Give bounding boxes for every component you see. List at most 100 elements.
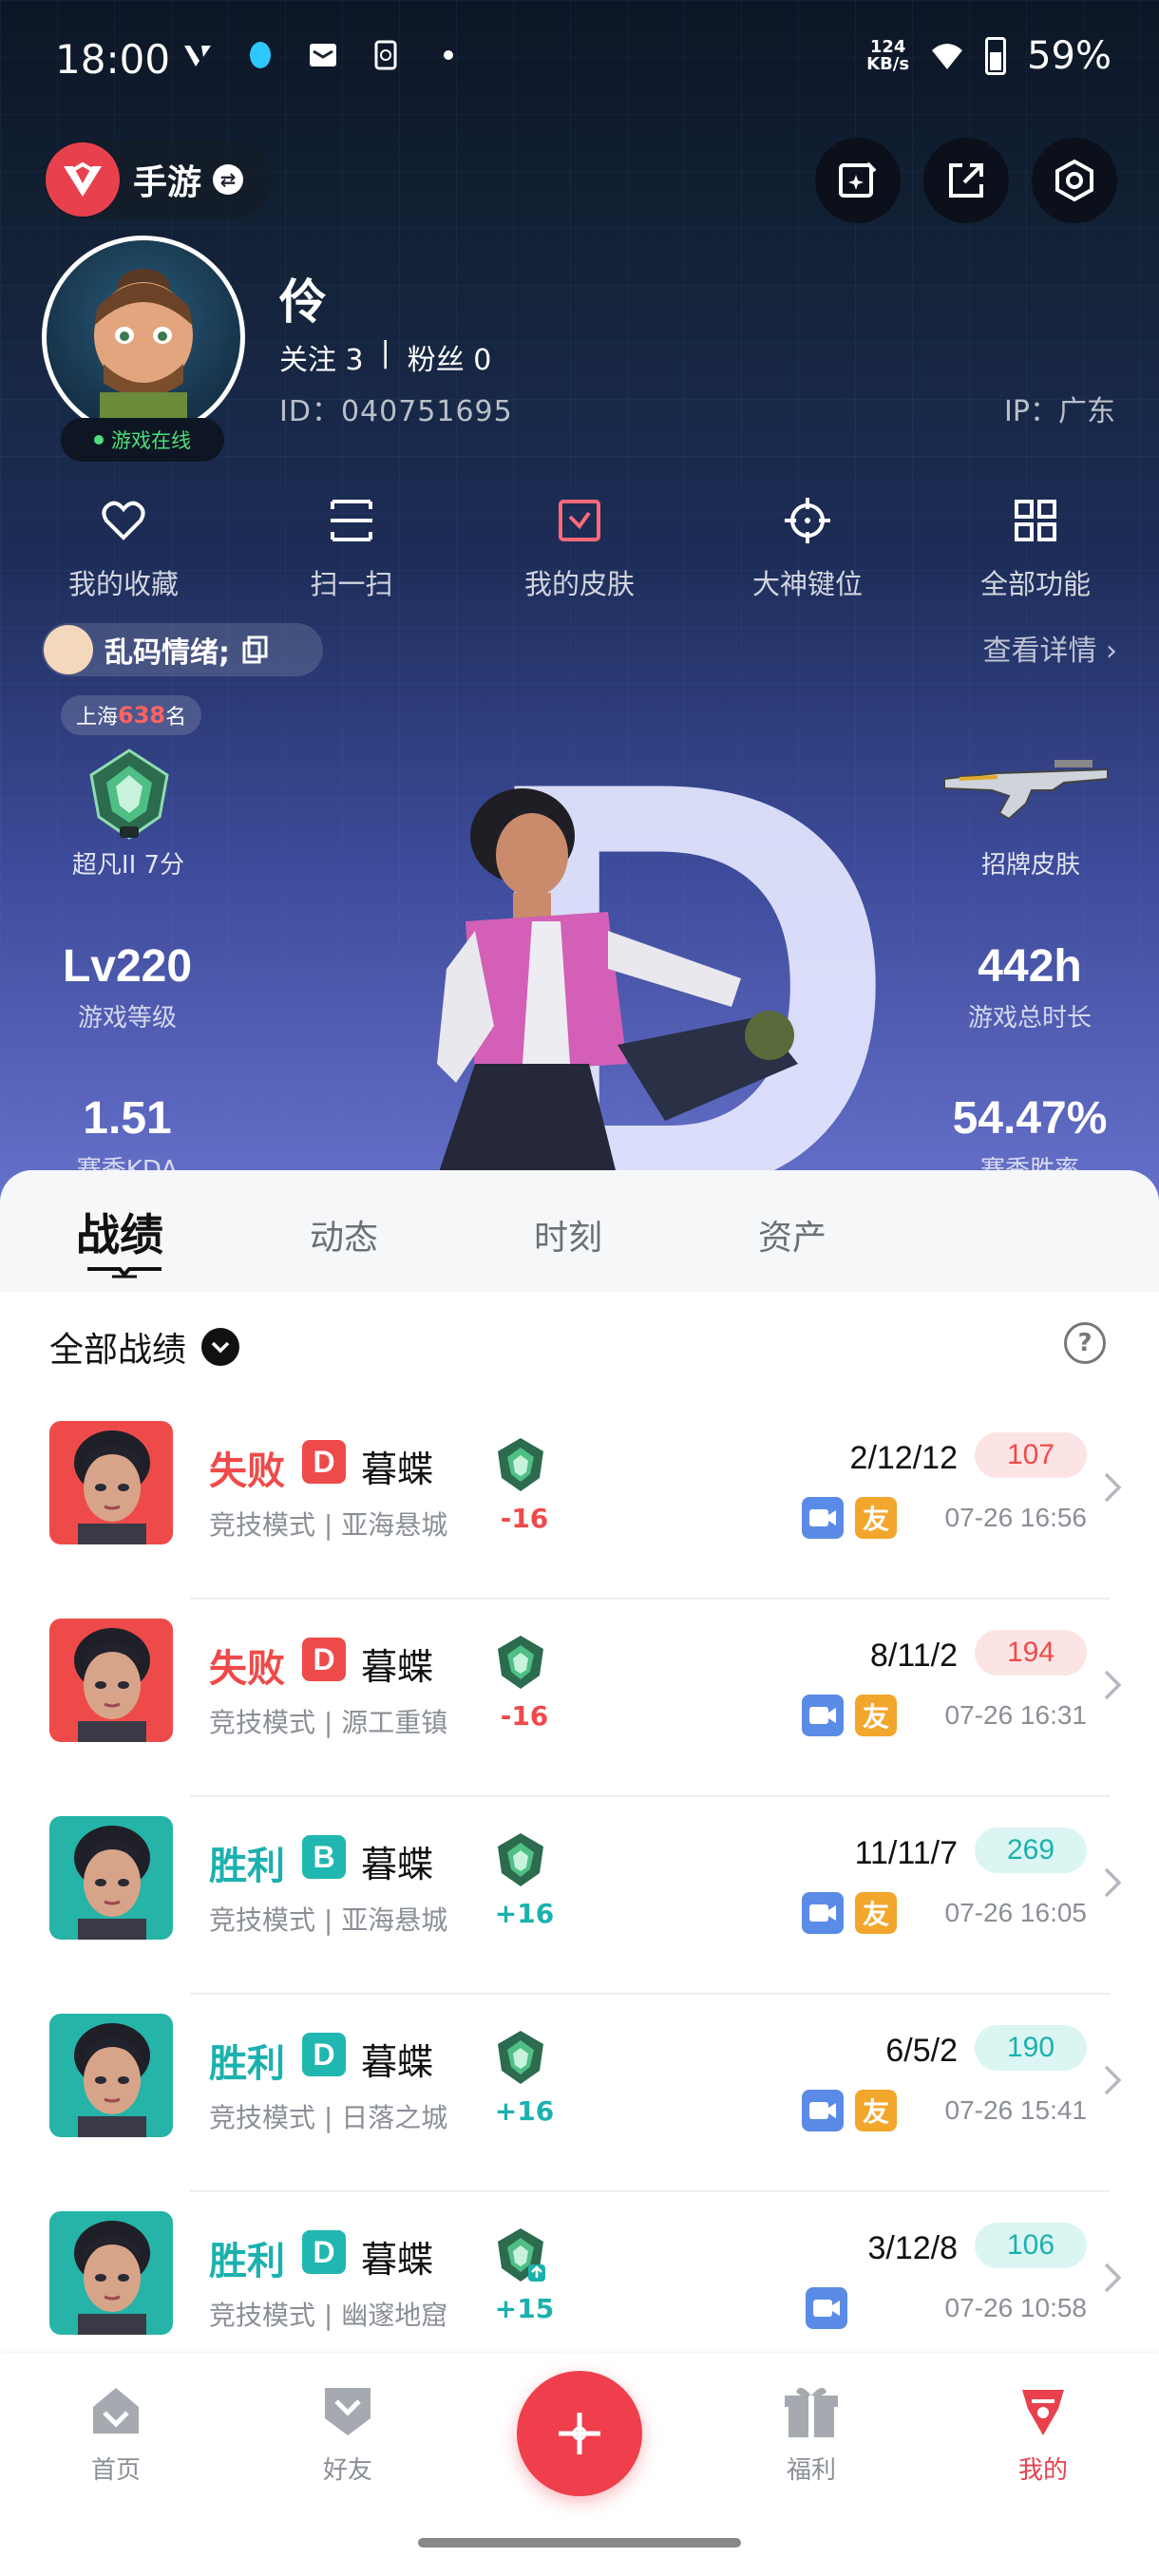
- nav-label: 首页: [90, 2456, 141, 2485]
- match-mode-map: 竞技模式 | 日落之城: [209, 2102, 448, 2133]
- stat-kda-value: 1.51: [83, 1093, 172, 1144]
- match-score-badge: 106: [975, 2223, 1087, 2268]
- rifle-skin-icon[interactable]: [940, 750, 1121, 826]
- follow-separator: |: [380, 336, 390, 369]
- share-button[interactable]: [923, 138, 1009, 223]
- quick-action-favorites[interactable]: 我的收藏: [28, 494, 218, 602]
- tab-feed[interactable]: 动态: [310, 1210, 378, 1260]
- user-ip: IP：广东: [1004, 395, 1115, 428]
- grid-icon: [1015, 500, 1056, 541]
- settings-button[interactable]: [1032, 138, 1117, 223]
- match-grade-badge: D: [302, 1638, 346, 1681]
- scan-icon: [331, 500, 372, 541]
- nav-label: 福利: [786, 2456, 836, 2485]
- copy-icon[interactable]: [241, 635, 270, 664]
- settings-hex-icon: [1055, 159, 1093, 202]
- quick-action-skins[interactable]: 我的皮肤: [484, 494, 674, 602]
- match-result: 胜利: [209, 2042, 285, 2086]
- match-rank-delta: +16: [494, 1898, 555, 1929]
- create-post-button[interactable]: [517, 2371, 642, 2496]
- valorant-logo-icon: [46, 142, 120, 217]
- match-time: 07-26 16:56: [944, 1503, 1087, 1532]
- skin-icon: [559, 500, 600, 541]
- chevron-right-icon: [1104, 2065, 1122, 2095]
- network-speed: 124 KB/s: [866, 39, 909, 73]
- nav-friends[interactable]: 好友: [272, 2380, 424, 2486]
- video-replay-icon[interactable]: [806, 2287, 847, 2329]
- mood-text: 乱码情绪;: [104, 636, 230, 670]
- online-status-badge: 游戏在线: [61, 418, 224, 462]
- online-status-text: 游戏在线: [111, 429, 191, 452]
- quick-action-scan[interactable]: 扫一扫: [256, 494, 446, 602]
- match-time: 07-26 15:41: [944, 2095, 1087, 2125]
- nav-benefits[interactable]: 福利: [735, 2380, 887, 2486]
- notification-icons: [180, 38, 466, 72]
- chevron-right-icon: [1104, 1670, 1122, 1700]
- status-time: 18:00: [55, 36, 171, 83]
- user-id: ID：040751695: [279, 395, 513, 428]
- match-tags: [806, 2287, 847, 2329]
- tab-moments[interactable]: 时刻: [534, 1210, 602, 1260]
- mood-chip[interactable]: 乱码情绪;: [42, 623, 323, 676]
- view-detail-link[interactable]: 查看详情 ›: [982, 627, 1117, 669]
- user-avatar[interactable]: [42, 236, 245, 439]
- match-row[interactable]: 失败 D 暮蝶 竞技模式 | 源工重镇 -16 8/11/2 194 友 07-…: [0, 1600, 1159, 1797]
- nav-profile[interactable]: 我的: [967, 2380, 1119, 2486]
- match-time: 07-26 10:58: [944, 2293, 1087, 2322]
- video-replay-icon[interactable]: [802, 1497, 844, 1539]
- chevron-right-icon: [1104, 2263, 1122, 2293]
- region-rank-pill[interactable]: 上海 638 名: [61, 695, 202, 735]
- stat-winrate-value: 54.47%: [952, 1093, 1108, 1144]
- friend-badge: 友: [855, 1497, 897, 1539]
- speed-unit: KB/s: [866, 54, 910, 74]
- match-kda: 3/12/8: [867, 2230, 958, 2266]
- agent-avatar: [49, 2211, 173, 2335]
- match-mode-map: 竞技模式 | 亚海悬城: [209, 1904, 448, 1936]
- tab-assets[interactable]: 资产: [758, 1210, 826, 1260]
- battery-level: 59%: [1027, 34, 1112, 78]
- heart-icon: [102, 501, 145, 540]
- agent-avatar: [49, 2014, 173, 2137]
- match-row[interactable]: 失败 D 暮蝶 竞技模式 | 亚海悬城 -16 2/12/12 107 友 07…: [0, 1402, 1159, 1600]
- edit-card-button[interactable]: [815, 138, 901, 223]
- video-replay-icon[interactable]: [802, 2090, 844, 2131]
- tab-record[interactable]: 战绩: [76, 1201, 163, 1263]
- rank-position: 638: [118, 702, 166, 729]
- home-icon: [93, 2388, 139, 2434]
- app-switcher-label: 手游: [133, 163, 202, 202]
- match-score-badge: 269: [975, 1828, 1087, 1873]
- profile-icon: [1022, 2390, 1064, 2435]
- home-indicator[interactable]: [418, 2538, 741, 2548]
- quick-action-all[interactable]: 全部功能: [940, 494, 1130, 602]
- quick-action-label: 我的收藏: [67, 568, 179, 600]
- match-rank-icon: [498, 1438, 543, 1491]
- status-bar: 18:00 124 KB/s 59%: [0, 0, 1159, 114]
- match-row[interactable]: 胜利 B 暮蝶 竞技模式 | 亚海悬城 +16 11/11/7 269 友 07…: [0, 1797, 1159, 1995]
- quick-action-keybinds[interactable]: 大神键位: [712, 494, 902, 602]
- video-replay-icon[interactable]: [802, 1892, 844, 1934]
- nav-label: 好友: [322, 2456, 372, 2485]
- match-row[interactable]: 胜利 D 暮蝶 竞技模式 | 日落之城 +16 6/5/2 190 友 07-2…: [0, 1995, 1159, 2192]
- agent-avatar: [49, 1619, 173, 1742]
- match-rank-icon: [498, 2228, 545, 2282]
- help-icon[interactable]: ?: [1064, 1322, 1106, 1364]
- match-agent-name: 暮蝶: [361, 1449, 434, 1490]
- match-agent-name: 暮蝶: [361, 2041, 434, 2083]
- rank-tier-label: 超凡II 7分: [71, 851, 185, 880]
- app-switcher[interactable]: 手游 ⇄: [44, 141, 272, 218]
- match-rank-delta: +15: [494, 2293, 555, 2324]
- system-status: 124 KB/s 59%: [866, 34, 1112, 78]
- edit-card-icon: [839, 161, 877, 198]
- rank-region: 上海: [76, 706, 119, 729]
- crosshair-icon: [785, 498, 830, 543]
- nav-home[interactable]: 首页: [40, 2380, 192, 2486]
- mail-notification-icon: [310, 44, 336, 66]
- follow-count[interactable]: 关注 3: [279, 336, 364, 378]
- match-agent-name: 暮蝶: [361, 1844, 434, 1885]
- match-filter-dropdown[interactable]: 全部战绩: [49, 1322, 240, 1372]
- fans-count[interactable]: 粉丝 0: [408, 336, 492, 378]
- match-agent-name: 暮蝶: [361, 2239, 434, 2281]
- video-replay-icon[interactable]: [802, 1695, 844, 1736]
- match-kda: 11/11/7: [854, 1835, 958, 1871]
- agent-avatar: [49, 1421, 173, 1544]
